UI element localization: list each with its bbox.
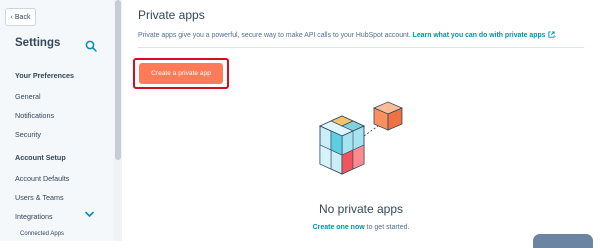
- cube-stack: [318, 115, 366, 175]
- settings-title: Settings: [15, 37, 61, 49]
- chevron-left-icon: ‹: [10, 13, 13, 21]
- scrollbar-thumb[interactable]: [115, 0, 121, 160]
- description-text: Private apps give you a powerful, secure…: [138, 32, 411, 39]
- empty-state-title: No private apps: [318, 202, 404, 216]
- back-button[interactable]: ‹ Back: [5, 8, 36, 26]
- sidebar-item-integrations[interactable]: Integrations: [15, 212, 53, 221]
- sidebar-item-connected-apps[interactable]: Connected Apps: [20, 231, 64, 237]
- sidebar-item-users-teams[interactable]: Users & Teams: [15, 193, 64, 202]
- learn-suffix: .: [554, 32, 557, 39]
- divider: [138, 47, 584, 48]
- back-label: Back: [14, 13, 31, 21]
- chevron-down-icon[interactable]: [85, 211, 94, 218]
- sidebar-item-account-defaults[interactable]: Account Defaults: [15, 174, 69, 183]
- sidebar-item-general[interactable]: General: [15, 92, 41, 101]
- create-private-app-button[interactable]: Create a private app: [139, 63, 223, 84]
- section-your-preferences: Your Preferences: [15, 71, 74, 80]
- external-link-icon: [547, 31, 555, 38]
- create-one-now-link[interactable]: Create one now: [313, 224, 365, 231]
- page-title: Private apps: [138, 8, 205, 22]
- main-content: Private apps Private apps give you a pow…: [122, 0, 600, 248]
- page-description: Private apps give you a powerful, secure…: [138, 31, 583, 39]
- sidebar-item-notifications[interactable]: Notifications: [15, 111, 54, 120]
- help-widget[interactable]: [533, 234, 593, 248]
- empty-state-suffix: to get started.: [364, 224, 410, 231]
- learn-more-link[interactable]: Learn what you can do with private apps: [413, 31, 555, 39]
- empty-state-message: Create one now to get started.: [122, 224, 600, 231]
- settings-sidebar: ‹ Back Settings Your Preferences General…: [0, 0, 115, 241]
- sidebar-item-security[interactable]: Security: [15, 130, 41, 139]
- cubes-illustration: [318, 101, 404, 175]
- floating-cube: [372, 101, 404, 131]
- section-account-setup: Account Setup: [15, 153, 66, 162]
- search-icon[interactable]: [85, 40, 97, 52]
- sidebar-scrollbar[interactable]: [114, 0, 122, 241]
